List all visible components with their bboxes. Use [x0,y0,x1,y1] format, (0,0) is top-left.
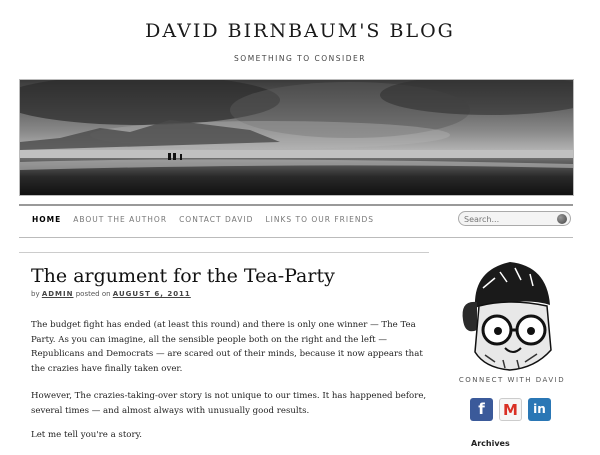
header-banner-image [19,79,574,196]
main-nav: HOME ABOUT THE AUTHOR CONTACT DAVID LINK… [32,215,386,229]
post-paragraph: However, The crazies-taking-over story i… [31,391,427,416]
connect-heading: CONNECT WITH DAVID [458,376,566,384]
site-tagline: SOMETHING TO CONSIDER [234,54,366,63]
linkedin-icon: in [533,402,546,416]
gmail-icon: M [503,401,518,419]
site-title[interactable]: DAVID BIRNBAUM'S BLOG [0,20,600,42]
posted-on-text: posted on [75,290,111,298]
linkedin-link[interactable]: in [528,398,551,421]
search-input[interactable] [464,213,554,225]
nav-item-home[interactable]: HOME [32,215,61,229]
nav-item-contact-david[interactable]: CONTACT DAVID [179,215,253,229]
nav-item-about-the-author[interactable]: ABOUT THE AUTHOR [73,215,167,229]
nav-item-links-to-our-friends[interactable]: LINKS TO OUR FRIENDS [265,215,374,229]
gmail-link[interactable]: M [499,398,522,421]
search-submit-button[interactable] [557,214,567,224]
facebook-icon: f [478,400,485,418]
post-date-link[interactable]: AUGUST 6, 2011 [113,290,191,298]
archives-heading: Archives [471,439,510,448]
author-link[interactable]: ADMIN [42,290,74,298]
search-box [458,211,571,226]
post-paragraph: Let me tell you're a story. [31,430,143,440]
post-title[interactable]: The argument for the Tea-Party [31,265,335,287]
post-byline: by ADMIN posted on AUGUST 6, 2011 [31,290,191,298]
content-divider [19,252,429,253]
facebook-link[interactable]: f [470,398,493,421]
nav-top-divider [19,204,573,206]
post-paragraph: The budget fight has ended (at least thi… [31,320,423,374]
nav-bottom-divider [19,237,573,238]
byline-prefix: by [31,290,40,298]
author-portrait-image [455,260,565,372]
